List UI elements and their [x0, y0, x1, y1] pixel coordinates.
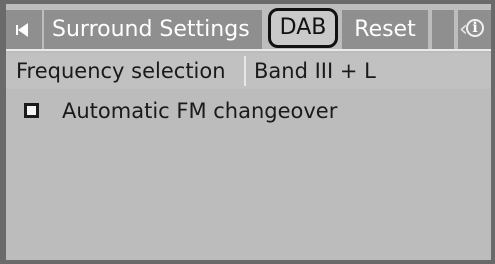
tab-dab[interactable]: DAB [268, 8, 338, 48]
left-arrow-icon [16, 23, 28, 37]
info-tab[interactable]: ‹ i [458, 10, 491, 49]
back-tab[interactable] [6, 10, 42, 49]
tab-bar: Surround Settings DAB Reset ‹ i [6, 4, 491, 49]
frequency-separator [244, 56, 246, 86]
auto-fm-checkbox[interactable] [24, 103, 39, 118]
info-icon: i [466, 19, 484, 37]
auto-fm-changeover-row[interactable]: Automatic FM changeover [6, 94, 491, 128]
tab-surround-settings[interactable]: Surround Settings [44, 10, 262, 49]
tab-spacer [432, 10, 454, 49]
tab-reset[interactable]: Reset [342, 10, 428, 49]
frequency-selection-row[interactable]: Frequency selection Band III + L [6, 53, 491, 89]
frequency-selection-label: Frequency selection [16, 59, 226, 83]
frequency-selection-value: Band III + L [254, 59, 376, 83]
tab-divider [6, 49, 491, 51]
auto-fm-label: Automatic FM changeover [62, 99, 338, 123]
